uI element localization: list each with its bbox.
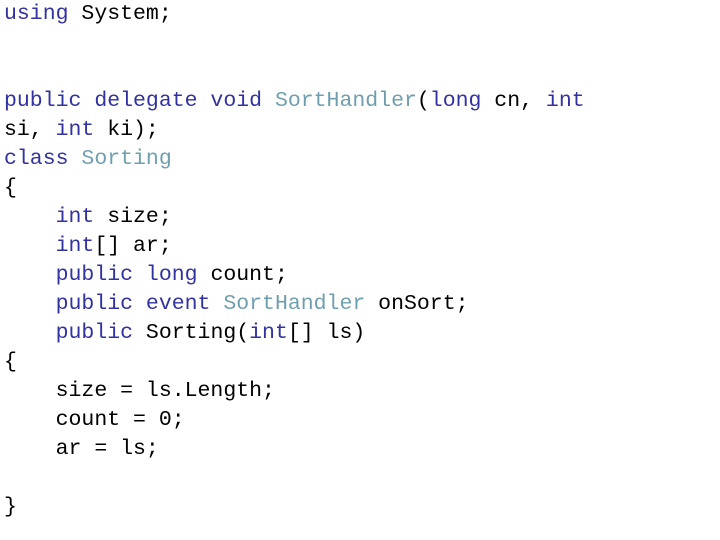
code-token-plain: { xyxy=(4,176,17,200)
code-token-keyword: int xyxy=(545,89,585,113)
code-token-keyword: int xyxy=(55,205,95,229)
code-token-plain: System; xyxy=(68,2,172,26)
code-line: { xyxy=(0,348,720,377)
code-token-plain: size = ls.Length; xyxy=(4,379,275,403)
code-line: ar = ls; xyxy=(0,435,720,464)
code-token-plain: [] ar; xyxy=(94,234,172,258)
code-token-keyword: int xyxy=(249,321,288,345)
code-token-plain: [] ls) xyxy=(287,321,366,345)
code-token-keyword: long xyxy=(429,89,482,113)
code-line: count = 0; xyxy=(0,406,720,435)
code-line: size = ls.Length; xyxy=(0,377,720,406)
code-token-keyword: using xyxy=(4,2,69,26)
code-token-keyword: public long xyxy=(55,263,198,287)
code-line: int size; xyxy=(0,203,720,232)
code-token-type: SortHandler xyxy=(223,292,366,316)
code-token-plain: si, xyxy=(4,118,56,142)
code-line: public delegate void SortHandler(long cn… xyxy=(0,87,720,116)
code-token-plain: } xyxy=(4,495,17,519)
code-line: { xyxy=(0,174,720,203)
code-token-keyword: int xyxy=(55,234,95,258)
code-line: int[] ar; xyxy=(0,232,720,261)
code-token-type: SortHandler xyxy=(274,89,417,113)
code-token-plain: count; xyxy=(197,263,288,287)
code-token-type: Sorting xyxy=(81,147,172,171)
code-token-plain: ( xyxy=(416,89,430,113)
code-token-plain: Sorting( xyxy=(133,321,250,345)
code-line: } xyxy=(0,493,720,522)
code-token-plain: cn, xyxy=(481,89,546,113)
code-token-plain: size; xyxy=(94,205,172,229)
code-token-keyword: public delegate void xyxy=(4,89,275,113)
code-token-keyword: class xyxy=(4,147,69,171)
code-line: class Sorting xyxy=(0,145,720,174)
code-token-plain: onSort; xyxy=(365,292,469,316)
code-token-keyword: public xyxy=(55,321,134,345)
code-listing: using System; public delegate void SortH… xyxy=(0,0,720,522)
code-token-plain: ar = ls; xyxy=(4,437,159,461)
code-line: using System; xyxy=(0,0,720,29)
code-token-keyword: int xyxy=(55,118,95,142)
code-token-plain: { xyxy=(4,350,17,374)
code-slide: using System; public delegate void SortH… xyxy=(0,0,720,540)
code-line: public Sorting(int[] ls) xyxy=(0,319,720,348)
code-token-plain: ki); xyxy=(94,118,159,142)
code-token-keyword: public event xyxy=(55,292,224,316)
code-line: public event SortHandler onSort; xyxy=(0,290,720,319)
code-line: si, int ki); xyxy=(0,116,720,145)
code-line: public long count; xyxy=(0,261,720,290)
code-token-plain: count = 0; xyxy=(4,408,185,432)
